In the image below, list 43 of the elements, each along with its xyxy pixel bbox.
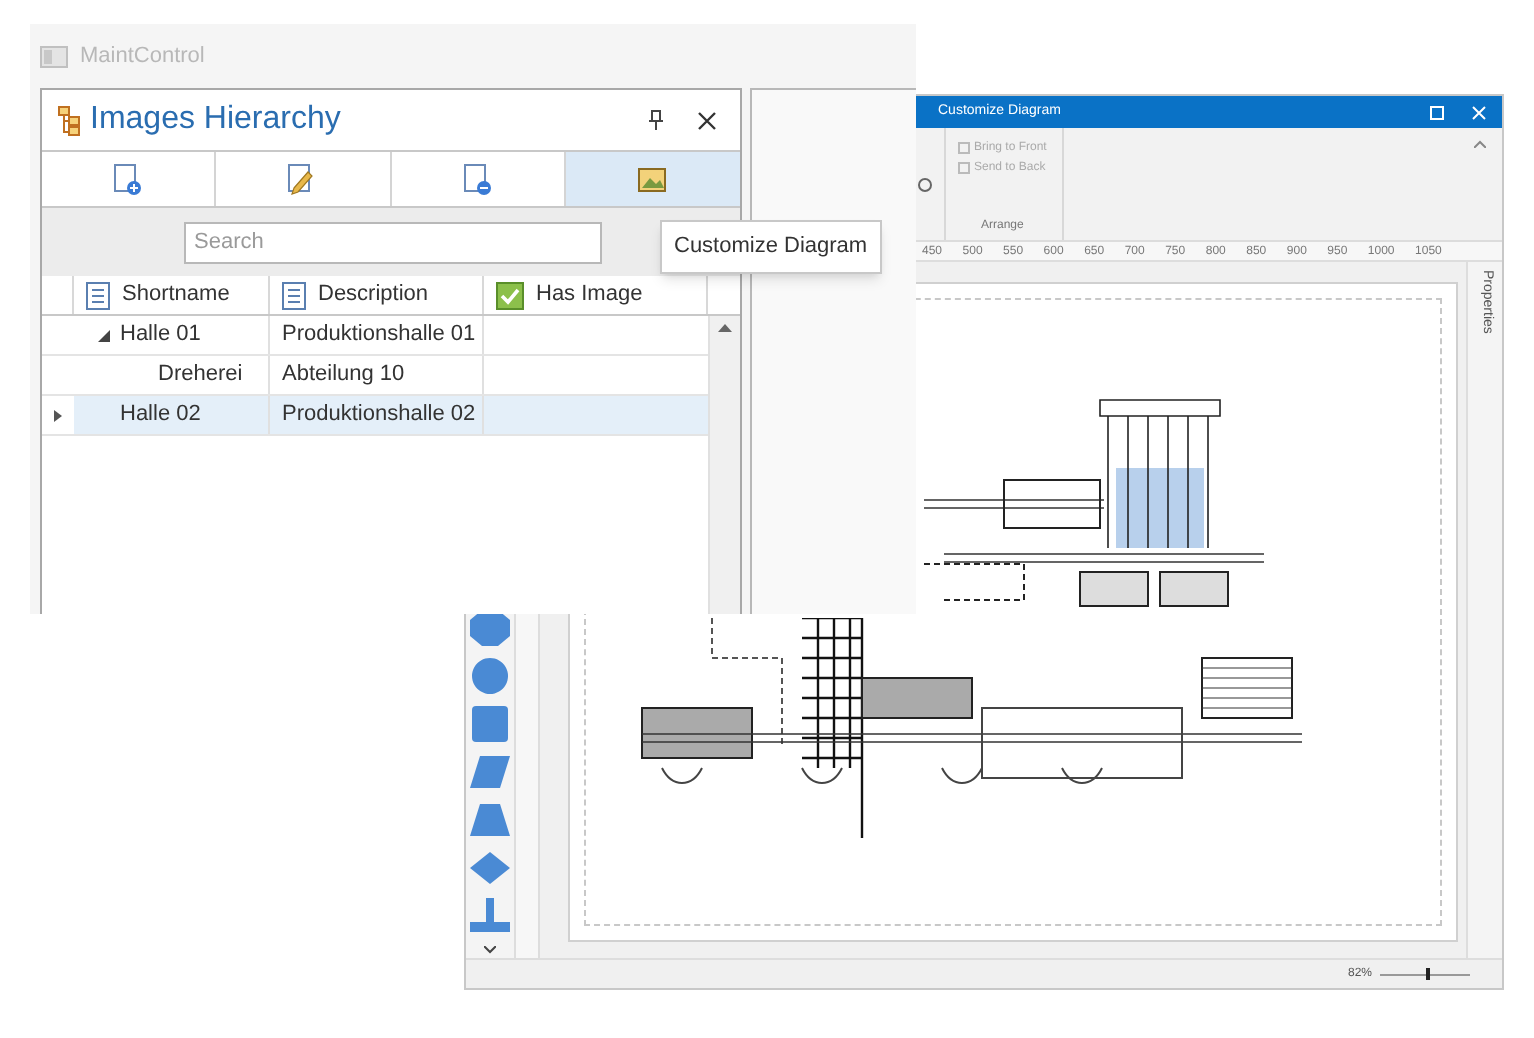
octagon-shape-icon[interactable] [470, 610, 510, 646]
column-header[interactable]: Description [270, 276, 484, 314]
tooltip: Customize Diagram [660, 220, 882, 273]
t-shape-icon[interactable] [470, 898, 510, 934]
close-icon[interactable] [698, 111, 716, 129]
table-row[interactable]: Halle 02 Produktionshalle 02 [42, 396, 708, 436]
zoom-slider[interactable] [1380, 968, 1470, 980]
rounded-square-shape-icon[interactable] [470, 706, 510, 742]
diamond-shape-icon[interactable] [470, 850, 510, 886]
circle-shape-icon[interactable] [470, 658, 510, 694]
maximize-icon[interactable] [1430, 105, 1444, 119]
chevron-down-icon[interactable] [484, 946, 496, 954]
picture-icon [638, 167, 667, 191]
scrollbar[interactable] [708, 316, 740, 614]
page-add-icon [114, 163, 143, 195]
page-remove-icon [463, 163, 492, 195]
document-icon [86, 281, 110, 309]
table-cell-text: Produktionshalle 02 [282, 400, 476, 431]
table-row[interactable]: Halle 01 Produktionshalle 01 [42, 316, 708, 356]
row-indicator-icon [54, 409, 62, 421]
collapse-ribbon-icon[interactable] [1474, 140, 1486, 148]
parallelogram-shape-icon[interactable] [470, 754, 510, 790]
panel-title: Images Hierarchy [90, 100, 341, 140]
table-cell-text: Halle 01 [120, 320, 201, 351]
app-icon [40, 45, 68, 67]
column-header[interactable]: Shortname [74, 276, 270, 314]
table-row[interactable]: Dreherei Abteilung 10 [42, 356, 708, 396]
search-field[interactable]: Search [184, 221, 602, 263]
table-cell-text: Dreherei [158, 360, 243, 391]
trapezoid-shape-icon[interactable] [470, 802, 510, 838]
table-cell-text: Produktionshalle 01 [282, 320, 476, 351]
page-edit-icon [288, 163, 317, 195]
pin-icon[interactable] [648, 110, 664, 130]
expander-icon[interactable] [98, 329, 110, 341]
table-cell-text: Halle 02 [120, 400, 201, 431]
checkbox-icon [496, 281, 524, 309]
toolbar-button[interactable] [565, 152, 740, 206]
window-title: MaintControl [80, 41, 205, 72]
scroll-up-icon[interactable] [718, 322, 732, 332]
column-header[interactable]: Has Image [484, 276, 708, 314]
document-icon [282, 281, 306, 309]
table-cell-text: Abteilung 10 [282, 360, 405, 391]
tree-icon [58, 105, 80, 135]
